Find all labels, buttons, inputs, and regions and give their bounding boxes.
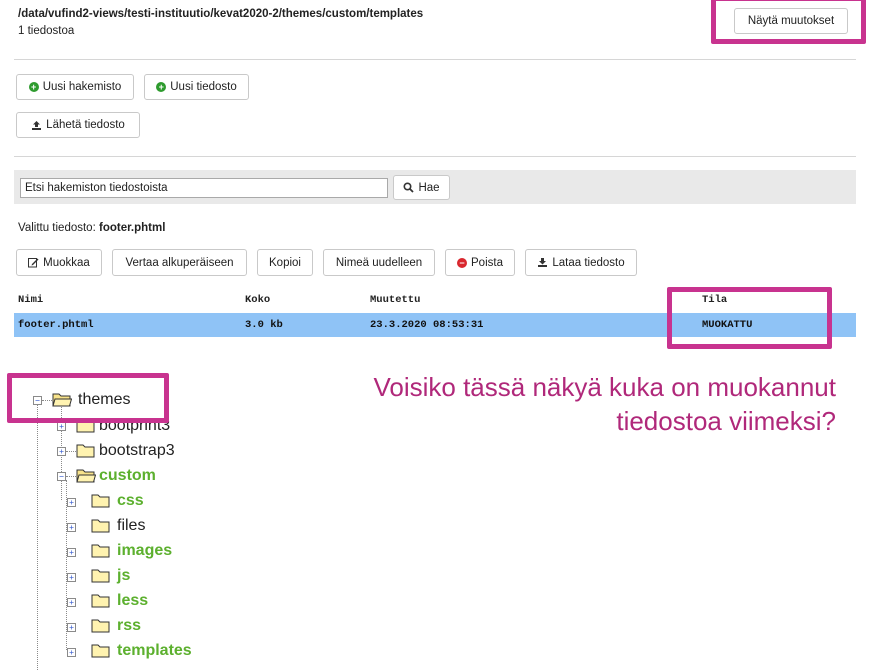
minus-circle-icon: − <box>457 257 468 268</box>
copy-label: Kopioi <box>269 256 301 269</box>
column-modified: Muutettu <box>370 294 421 306</box>
edit-button[interactable]: Muokkaa <box>16 249 102 276</box>
expand-toggle[interactable]: + <box>57 422 66 431</box>
folder-icon <box>91 594 110 608</box>
column-name: Nimi <box>18 294 44 306</box>
new-directory-button[interactable]: + Uusi hakemisto <box>16 74 134 100</box>
tree-guide <box>66 451 76 452</box>
plus-circle-icon: + <box>156 82 167 92</box>
tree-guide <box>66 476 76 477</box>
expand-toggle[interactable]: + <box>67 548 76 557</box>
tree-node-files[interactable]: files <box>117 517 145 535</box>
directory-tree: − themes + bootprint3 + bootstrap3 − cus… <box>0 380 280 670</box>
tree-node-images[interactable]: images <box>117 542 172 560</box>
rename-button[interactable]: Nimeä uudelleen <box>323 249 435 276</box>
tree-node-bootstrap3[interactable]: bootstrap3 <box>99 442 175 460</box>
search-button-label: Hae <box>418 181 440 194</box>
tree-node-js[interactable]: js <box>117 567 130 585</box>
rename-label: Nimeä uudelleen <box>335 256 423 269</box>
row-size: 3.0 kb <box>245 319 283 331</box>
tree-node-templates[interactable]: templates <box>117 642 192 660</box>
expand-toggle[interactable]: + <box>67 523 76 532</box>
new-file-label: Uusi tiedosto <box>170 81 237 93</box>
collapse-toggle[interactable]: − <box>57 472 66 481</box>
folder-icon <box>91 494 110 508</box>
expand-toggle[interactable]: + <box>67 498 76 507</box>
row-name: footer.phtml <box>18 319 94 331</box>
divider <box>14 59 856 60</box>
upload-file-label: Lähetä tiedosto <box>46 119 125 131</box>
selected-prefix: Valittu tiedosto: <box>18 222 96 234</box>
download-icon <box>538 258 548 267</box>
delete-label: Poista <box>471 256 503 269</box>
download-label: Lataa tiedosto <box>552 256 625 269</box>
new-file-button[interactable]: + Uusi tiedosto <box>144 74 249 100</box>
edit-icon <box>28 258 39 268</box>
selected-filename: footer.phtml <box>98 222 166 234</box>
copy-button[interactable]: Kopioi <box>257 249 313 276</box>
expand-toggle[interactable]: + <box>67 648 76 657</box>
tree-node-rss[interactable]: rss <box>117 617 141 635</box>
folder-icon <box>91 544 110 558</box>
search-button[interactable]: Hae <box>393 175 450 200</box>
compare-label: Vertaa alkuperäiseen <box>125 256 234 269</box>
annotation-text: Voisiko tässä näkyä kuka on muokannut ti… <box>316 370 836 438</box>
column-size: Koko <box>245 294 271 306</box>
upload-icon <box>32 120 42 130</box>
compare-button[interactable]: Vertaa alkuperäiseen <box>112 249 247 276</box>
divider <box>14 156 856 157</box>
folder-icon <box>76 444 95 458</box>
tree-node-css[interactable]: css <box>117 492 144 510</box>
folder-icon <box>91 644 110 658</box>
expand-toggle[interactable]: + <box>67 573 76 582</box>
download-button[interactable]: Lataa tiedosto <box>525 249 637 276</box>
current-path: /data/vufind2-views/testi-instituutio/ke… <box>18 8 424 20</box>
annotation-line-1: Voisiko tässä näkyä kuka on muokannut <box>373 372 836 402</box>
open-folder-icon <box>76 469 96 483</box>
folder-icon <box>91 619 110 633</box>
selected-file: Valittu tiedosto: footer.phtml <box>18 222 165 234</box>
highlight-status-column <box>667 287 832 349</box>
annotation-line-2: tiedostoa viimeksi? <box>616 406 836 436</box>
new-directory-label: Uusi hakemisto <box>42 81 122 93</box>
expand-toggle[interactable]: + <box>57 447 66 456</box>
search-input[interactable] <box>20 178 388 198</box>
highlight-show-changes <box>711 0 866 44</box>
file-count: 1 tiedostoa <box>18 25 75 37</box>
folder-icon <box>91 519 110 533</box>
plus-circle-icon: + <box>28 82 39 92</box>
delete-button[interactable]: − Poista <box>445 249 515 276</box>
tree-node-less[interactable]: less <box>117 592 148 610</box>
tree-guide <box>37 400 38 670</box>
folder-icon <box>91 569 110 583</box>
expand-toggle[interactable]: + <box>67 598 76 607</box>
search-icon <box>403 182 415 193</box>
tree-node-custom[interactable]: custom <box>99 467 156 485</box>
upload-file-button[interactable]: Lähetä tiedosto <box>16 112 140 138</box>
row-modified: 23.3.2020 08:53:31 <box>370 319 484 331</box>
expand-toggle[interactable]: + <box>67 623 76 632</box>
edit-label: Muokkaa <box>43 256 90 269</box>
highlight-themes-node <box>7 373 169 423</box>
